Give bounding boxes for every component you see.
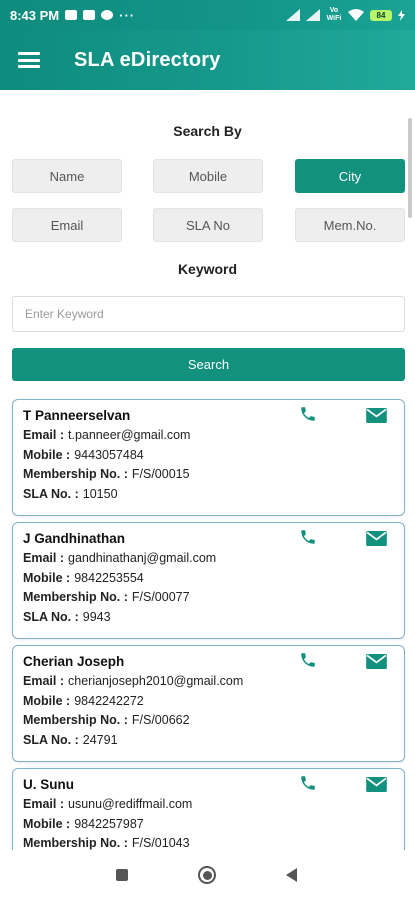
search-by-city-button[interactable]: City xyxy=(295,159,405,193)
email-label: Email : xyxy=(23,551,64,565)
member-name: U. Sunu xyxy=(23,777,74,792)
notification-icon xyxy=(83,10,96,20)
system-navigation-bar xyxy=(0,850,415,900)
phone-icon[interactable] xyxy=(299,774,317,792)
member-sla-no: 9943 xyxy=(82,609,111,624)
member-mobile: 9443057484 xyxy=(74,447,144,462)
member-sla-no: 24791 xyxy=(82,732,118,747)
mobile-label: Mobile : xyxy=(23,570,71,585)
member-sla-no: 10150 xyxy=(82,486,118,501)
member-name: J Gandhinathan xyxy=(23,531,126,546)
member-email-row: Email : t.panneer@gmail.com xyxy=(23,426,394,446)
more-notifications-icon: ··· xyxy=(119,7,136,23)
member-mobile: 9842257987 xyxy=(74,816,144,831)
message-notification-icon xyxy=(65,10,78,20)
search-by-name-button[interactable]: Name xyxy=(12,159,122,193)
member-email: usunu@rediffmail.com xyxy=(68,797,193,811)
app-bar: SLA eDirectory xyxy=(0,30,415,90)
search-by-mem-no-button[interactable]: Mem.No. xyxy=(295,208,405,242)
back-triangle-icon[interactable] xyxy=(286,868,297,882)
mobile-label: Mobile : xyxy=(23,816,71,831)
membership-label: Membership No. : xyxy=(23,590,128,604)
member-email: t.panneer@gmail.com xyxy=(68,428,191,442)
wifi-icon xyxy=(348,9,364,21)
member-card: J Gandhinathan Email : gandhinathanj@gmai… xyxy=(12,522,405,639)
mail-icon[interactable] xyxy=(366,408,387,423)
member-email: cherianjoseph2010@gmail.com xyxy=(68,674,244,688)
member-email-row: Email : usunu@rediffmail.com xyxy=(23,795,394,815)
search-by-sla-no-button[interactable]: SLA No xyxy=(153,208,263,242)
phone-icon[interactable] xyxy=(299,651,317,669)
member-membership-no: F/S/00077 xyxy=(131,590,190,604)
keyword-input[interactable] xyxy=(12,296,405,332)
member-membership-row: Membership No. : F/S/01043 xyxy=(23,834,394,850)
search-by-mobile-button[interactable]: Mobile xyxy=(153,159,263,193)
member-mobile-row: Mobile :9443057484 xyxy=(23,446,394,466)
search-by-email-button[interactable]: Email xyxy=(12,208,122,242)
member-card: T Panneerselvan Email : t.panneer@gmail.c… xyxy=(12,399,405,516)
membership-label: Membership No. : xyxy=(23,713,128,727)
status-bar: 8:43 PM ··· Vo WiFi 84 xyxy=(0,0,415,30)
mobile-label: Mobile : xyxy=(23,447,71,462)
mail-icon[interactable] xyxy=(366,777,387,792)
member-card: U. Sunu Email : usunu@rediffmail.com Mobi… xyxy=(12,768,405,850)
member-mobile-row: Mobile :9842242272 xyxy=(23,692,394,712)
member-mobile: 9842253554 xyxy=(74,570,144,585)
main-content: Search By Name Mobile City Email SLA No … xyxy=(0,90,415,850)
charging-icon xyxy=(398,9,405,21)
mail-icon[interactable] xyxy=(366,531,387,546)
member-email-row: Email : gandhinathanj@gmail.com xyxy=(23,549,394,569)
battery-icon: 84 xyxy=(370,9,392,21)
search-by-label: Search By xyxy=(173,123,242,139)
member-membership-no: F/S/00015 xyxy=(131,467,190,481)
email-label: Email : xyxy=(23,674,64,688)
membership-label: Membership No. : xyxy=(23,467,128,481)
app-notification-icon xyxy=(101,10,114,20)
member-mobile-row: Mobile :9842257987 xyxy=(23,815,394,835)
member-email-row: Email : cherianjoseph2010@gmail.com xyxy=(23,672,394,692)
email-label: Email : xyxy=(23,428,64,442)
recents-square-icon[interactable] xyxy=(116,869,128,881)
signal-icon-2 xyxy=(306,9,320,21)
member-mobile: 9842242272 xyxy=(74,693,144,708)
search-button[interactable]: Search xyxy=(12,348,405,381)
member-membership-row: Membership No. : F/S/00077 xyxy=(23,588,394,608)
member-sla-row: SLA No. :9943 xyxy=(23,608,394,628)
phone-icon[interactable] xyxy=(299,405,317,423)
member-membership-no: F/S/01043 xyxy=(131,836,190,850)
member-sla-row: SLA No. :24791 xyxy=(23,731,394,751)
sla-label: SLA No. : xyxy=(23,486,79,501)
keyword-label: Keyword xyxy=(177,261,238,277)
member-card: Cherian Joseph Email : cherianjoseph2010@… xyxy=(12,645,405,762)
status-time: 8:43 PM xyxy=(10,7,60,23)
sla-label: SLA No. : xyxy=(23,609,79,624)
phone-icon[interactable] xyxy=(299,528,317,546)
network-type-label: Vo WiFi xyxy=(326,7,342,22)
member-email: gandhinathanj@gmail.com xyxy=(68,551,217,565)
battery-level: 84 xyxy=(376,10,386,20)
member-membership-row: Membership No. : F/S/00662 xyxy=(23,711,394,731)
sla-label: SLA No. : xyxy=(23,732,79,747)
hamburger-menu-icon[interactable] xyxy=(18,52,40,68)
member-mobile-row: Mobile :9842253554 xyxy=(23,569,394,589)
mobile-label: Mobile : xyxy=(23,693,71,708)
member-name: Cherian Joseph xyxy=(23,654,125,669)
member-sla-row: SLA No. :10150 xyxy=(23,485,394,505)
app-title: SLA eDirectory xyxy=(74,48,221,71)
member-name: T Panneerselvan xyxy=(23,408,131,423)
home-circle-icon[interactable] xyxy=(198,866,216,884)
member-membership-row: Membership No. : F/S/00015 xyxy=(23,465,394,485)
membership-label: Membership No. : xyxy=(23,836,128,850)
mail-icon[interactable] xyxy=(366,654,387,669)
email-label: Email : xyxy=(23,797,64,811)
member-membership-no: F/S/00662 xyxy=(131,713,190,727)
signal-icon xyxy=(286,9,300,21)
